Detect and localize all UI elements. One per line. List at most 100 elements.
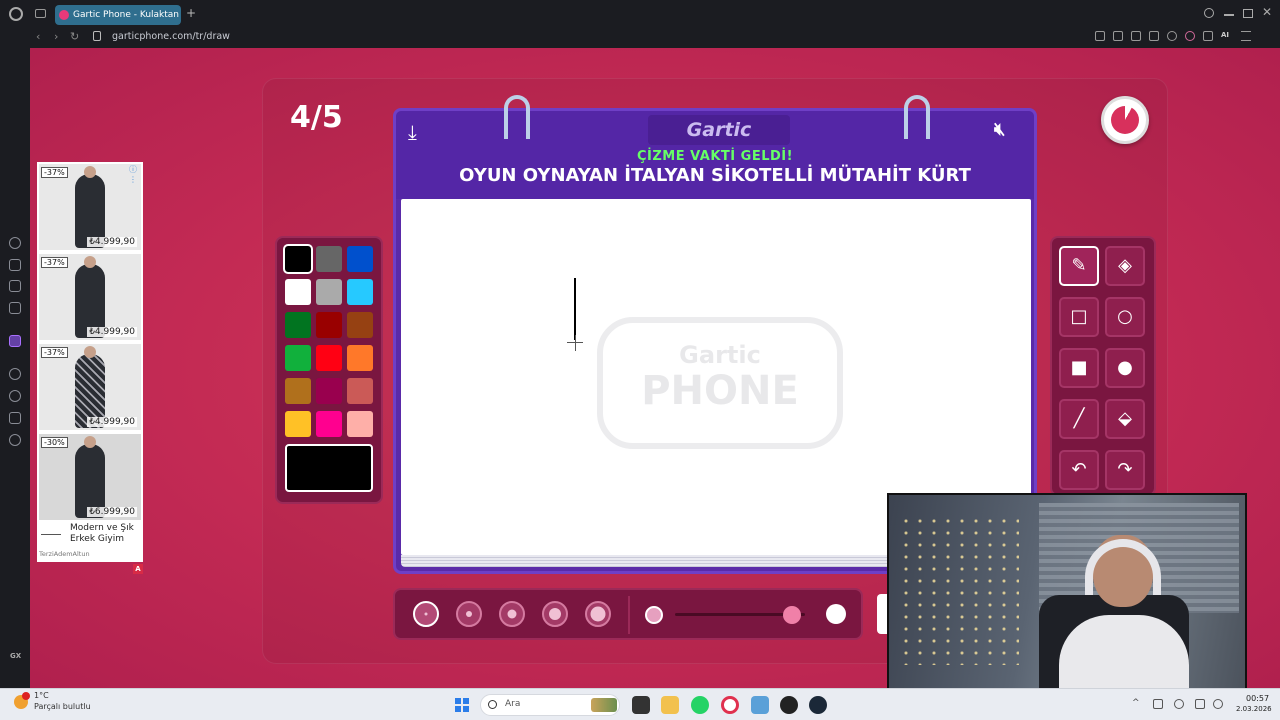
- tray-mic-icon[interactable]: [1174, 699, 1184, 709]
- windows-start-icon[interactable]: [455, 698, 469, 712]
- tab-islands-icon[interactable]: [35, 9, 46, 18]
- shield-icon[interactable]: [1131, 31, 1141, 41]
- brush-dot-icon: [507, 609, 517, 619]
- sidebar-gallery-icon[interactable]: [9, 280, 21, 292]
- tray-network-icon[interactable]: [1195, 699, 1205, 709]
- network-app-icon[interactable]: [751, 696, 769, 714]
- brush-size-button[interactable]: [542, 601, 568, 627]
- ad-choices-badge[interactable]: A: [133, 564, 143, 574]
- color-swatch[interactable]: [285, 378, 311, 404]
- fairy-lights: [899, 515, 1019, 665]
- ad-product-card[interactable]: -37% ₺4.999,90: [39, 344, 141, 430]
- current-color-preview[interactable]: [285, 444, 373, 492]
- aria-ai-icon[interactable]: AI: [1221, 31, 1233, 41]
- redo-tool-button[interactable]: ↷: [1105, 450, 1145, 490]
- advertisement[interactable]: -37% ₺4.999,90 -37% ₺4.999,90 -37% ₺4.999,90-…: [37, 162, 143, 574]
- color-swatch[interactable]: [347, 246, 373, 272]
- tray-chevron-icon[interactable]: ^: [1132, 699, 1142, 709]
- eraser-tool-button[interactable]: ◈: [1105, 246, 1145, 286]
- ad-product-card[interactable]: -30% ₺6.999,90: [39, 434, 141, 520]
- reload-icon[interactable]: ↻: [70, 30, 79, 43]
- color-swatch[interactable]: [316, 411, 342, 437]
- sidebar-player-icon[interactable]: [9, 368, 21, 380]
- sidebar-settings-icon[interactable]: [9, 434, 21, 446]
- sidebar-extensions-icon[interactable]: [9, 412, 21, 424]
- sidebar-history-icon[interactable]: [9, 237, 21, 249]
- clock-time[interactable]: 00:57: [1246, 694, 1269, 703]
- sidebar-messenger-icon[interactable]: [9, 302, 21, 314]
- color-swatch[interactable]: [316, 246, 342, 272]
- ellipse-outline-tool-button[interactable]: ○: [1105, 297, 1145, 337]
- maximize-icon[interactable]: [1243, 9, 1253, 18]
- mute-sound-button[interactable]: 🔇︎: [994, 119, 1005, 140]
- download-button[interactable]: ⤓: [408, 121, 432, 143]
- url-field[interactable]: garticphone.com/tr/draw: [112, 31, 230, 42]
- line-tool-button[interactable]: ╱: [1059, 399, 1099, 439]
- color-swatch[interactable]: [347, 378, 373, 404]
- tab-gartic-phone[interactable]: Gartic Phone - Kulaktan Ku: [55, 5, 181, 25]
- color-swatch[interactable]: [316, 378, 342, 404]
- opera-gx-icon[interactable]: [721, 696, 739, 714]
- color-swatch[interactable]: [285, 411, 311, 437]
- color-swatch[interactable]: [285, 279, 311, 305]
- weather-description[interactable]: Parçalı bulutlu: [34, 702, 91, 711]
- forward-icon[interactable]: ›: [54, 30, 58, 43]
- back-icon[interactable]: ‹: [36, 30, 40, 43]
- clock-date[interactable]: 2.03.2026: [1236, 705, 1272, 713]
- brush-size-button[interactable]: [456, 601, 482, 627]
- game-app-icon[interactable]: [780, 696, 798, 714]
- download-icon[interactable]: [1203, 31, 1213, 41]
- ellipse-filled-tool-button[interactable]: ●: [1105, 348, 1145, 388]
- headset-icon: [1085, 539, 1161, 595]
- steam-icon[interactable]: [809, 696, 827, 714]
- gx-control-label[interactable]: GX: [10, 652, 21, 660]
- ad-product-card[interactable]: -37% ₺4.999,90: [39, 254, 141, 340]
- color-swatch[interactable]: [347, 345, 373, 371]
- tray-vpn-icon[interactable]: [1153, 699, 1163, 709]
- color-swatch[interactable]: [285, 312, 311, 338]
- color-swatch[interactable]: [283, 244, 313, 274]
- rectangle-outline-tool-button[interactable]: □: [1059, 297, 1099, 337]
- pencil-tool-button[interactable]: ✎: [1059, 246, 1099, 286]
- color-swatch[interactable]: [285, 345, 311, 371]
- rectangle-filled-tool-button[interactable]: ■: [1059, 348, 1099, 388]
- file-explorer-icon[interactable]: [661, 696, 679, 714]
- minimize-icon[interactable]: [1224, 14, 1234, 16]
- task-view-icon[interactable]: [632, 696, 650, 714]
- play-icon[interactable]: [1149, 31, 1159, 41]
- ad-title[interactable]: Modern ve Şık Erkek Giyim: [70, 523, 140, 545]
- taskbar-search[interactable]: Ara: [480, 694, 620, 716]
- undo-tool-button[interactable]: ↶: [1059, 450, 1099, 490]
- snapshot-icon[interactable]: [1113, 31, 1123, 41]
- color-swatch[interactable]: [316, 279, 342, 305]
- brush-size-button[interactable]: [499, 601, 525, 627]
- sidebar-clock-icon[interactable]: [9, 390, 21, 402]
- close-icon[interactable]: ✕: [1262, 5, 1272, 19]
- pin-icon[interactable]: [1095, 31, 1105, 41]
- whatsapp-icon[interactable]: [691, 696, 709, 714]
- ellipse-filled-icon: ●: [1117, 357, 1133, 378]
- menu-icon[interactable]: [1241, 31, 1251, 41]
- new-tab-button[interactable]: +: [186, 6, 196, 20]
- sidebar-bag-icon[interactable]: [9, 259, 21, 271]
- color-swatch[interactable]: [347, 312, 373, 338]
- fill-bucket-tool-button[interactable]: ⬙: [1105, 399, 1145, 439]
- ad-product-card[interactable]: -37% ₺4.999,90: [39, 164, 141, 250]
- rectangle-outline-icon: □: [1070, 306, 1088, 327]
- heart-icon[interactable]: [1167, 31, 1177, 41]
- brush-size-button[interactable]: [413, 601, 439, 627]
- search-tabs-icon[interactable]: [1204, 8, 1214, 18]
- sidebar-twitch-icon[interactable]: [9, 335, 21, 347]
- color-swatch[interactable]: [316, 312, 342, 338]
- ad-info-icon[interactable]: ⓘ ⋮: [129, 164, 143, 184]
- color-swatch[interactable]: [316, 345, 342, 371]
- tray-volume-icon[interactable]: [1213, 699, 1223, 709]
- color-swatch[interactable]: [347, 411, 373, 437]
- opera-logo-icon[interactable]: [9, 7, 23, 21]
- profile-icon[interactable]: [1185, 31, 1195, 41]
- weather-temperature[interactable]: 1°C: [34, 691, 49, 700]
- ad-brand[interactable]: TerziAdemAltun: [39, 550, 90, 558]
- brush-size-button[interactable]: [585, 601, 611, 627]
- opacity-slider-thumb[interactable]: [783, 606, 801, 624]
- color-swatch[interactable]: [347, 279, 373, 305]
